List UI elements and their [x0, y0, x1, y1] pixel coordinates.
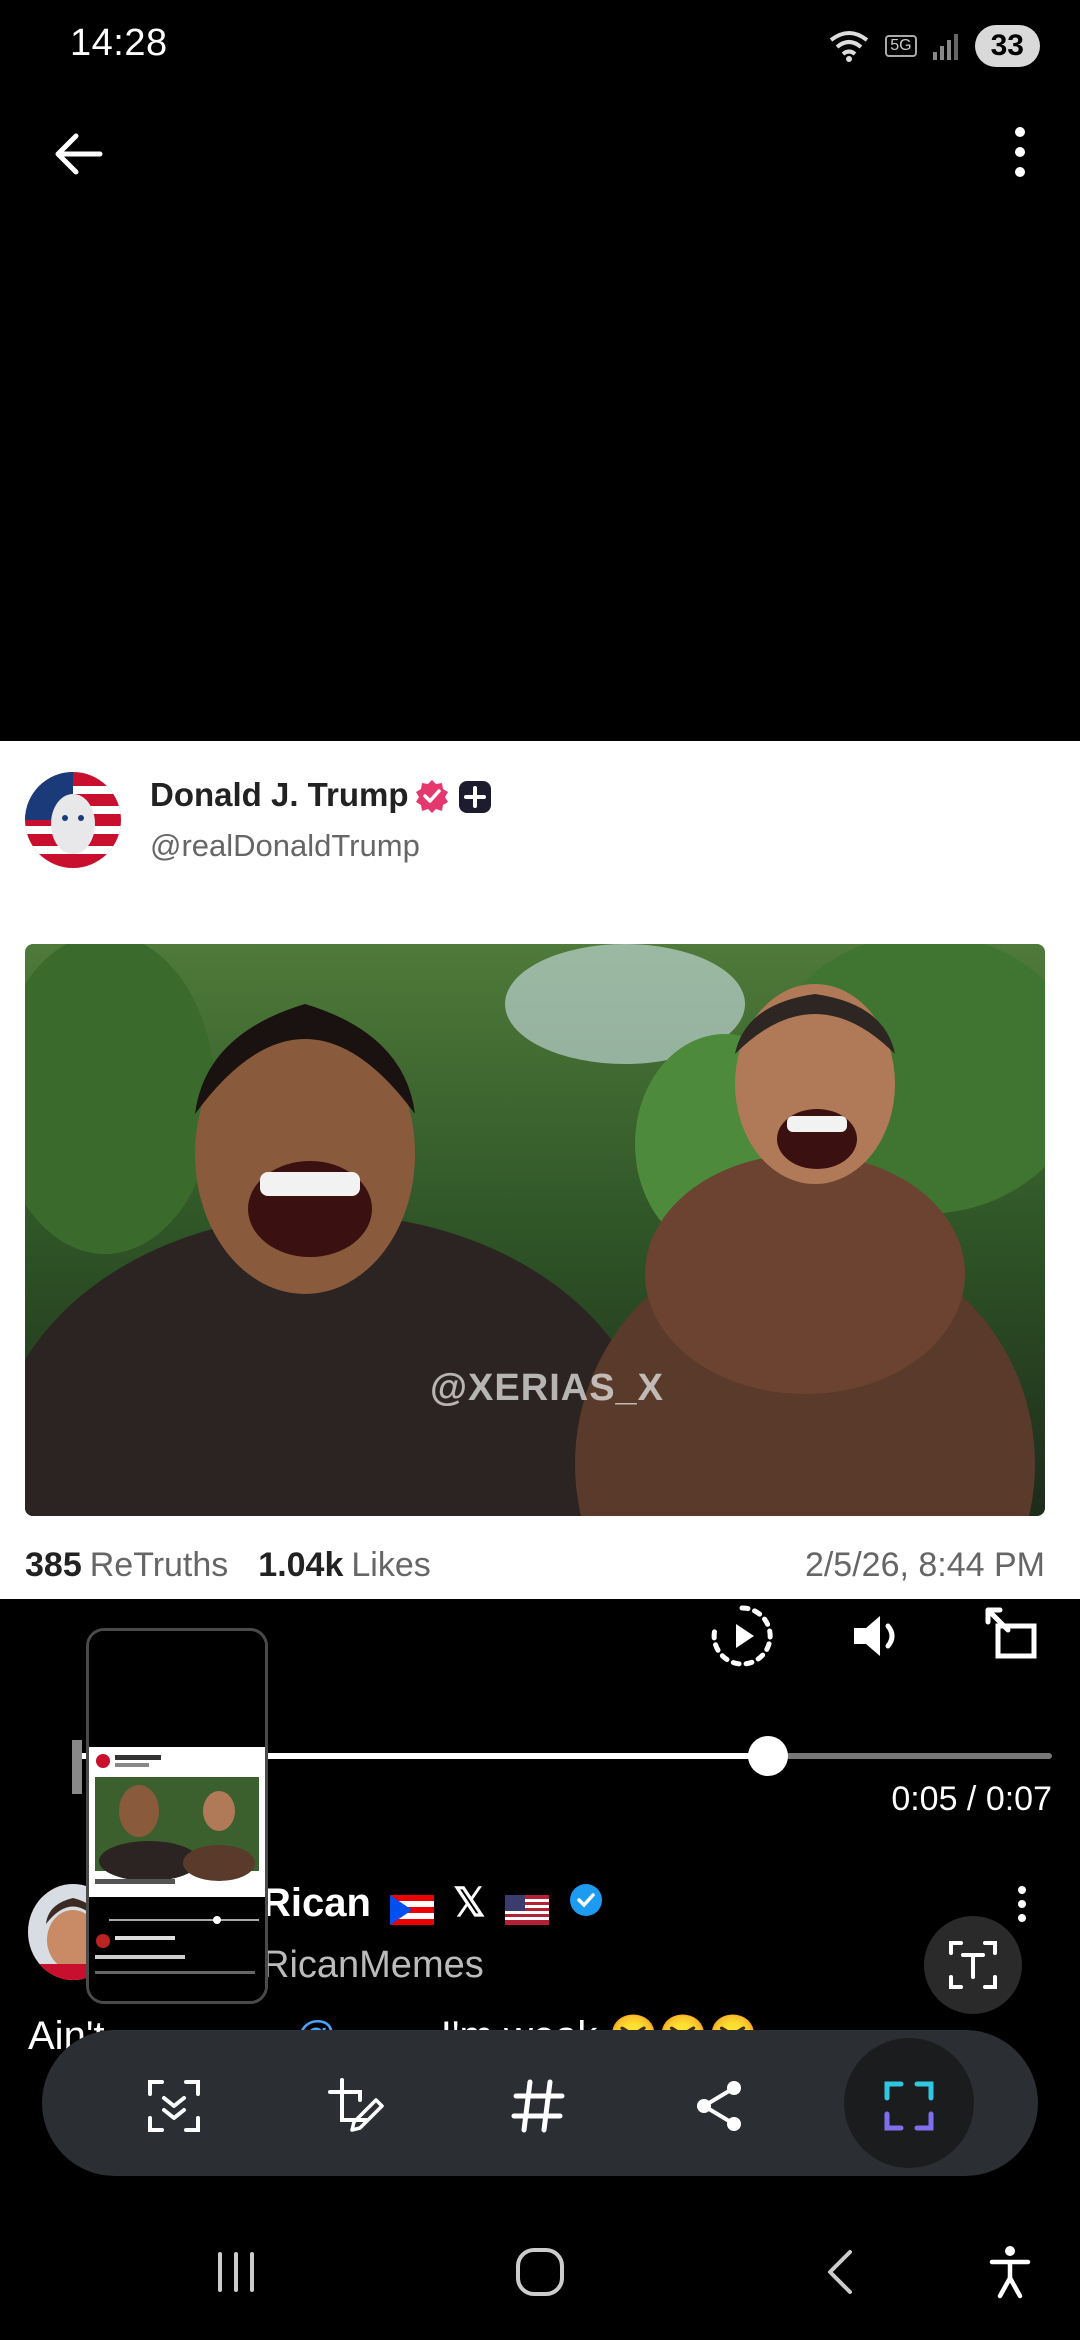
capture-icon	[884, 2081, 934, 2131]
post-date: 2/5/26, 8:44 PM	[804, 1545, 1045, 1584]
battery-indicator: 33	[974, 25, 1040, 67]
hashtag-button[interactable]	[498, 2066, 578, 2146]
scroll-capture-icon	[148, 2080, 200, 2132]
author-handle: @realDonaldTrump	[150, 828, 420, 863]
us-flag-icon	[504, 1890, 549, 1926]
retruths-label[interactable]: ReTruths	[90, 1546, 229, 1585]
volume-icon[interactable]	[842, 1600, 914, 1672]
post2-name-text: Rican	[262, 1881, 371, 1925]
post2-author-name[interactable]: Rican 𝕏	[262, 1880, 604, 1928]
x-logo-icon: 𝕏	[453, 1881, 486, 1925]
author-name[interactable]: Donald J. Trump	[150, 776, 409, 814]
status-time: 14:28	[70, 22, 168, 64]
post2-handle: RicanMemes	[262, 1944, 484, 1986]
scroll-capture-button[interactable]	[134, 2066, 214, 2146]
share-button[interactable]	[680, 2066, 760, 2146]
recent-apps-button[interactable]	[206, 2240, 266, 2304]
video-time-readout: 0:05 / 0:07	[891, 1780, 1052, 1818]
puerto-rico-flag-icon	[390, 1890, 435, 1926]
replay-play-icon[interactable]	[706, 1600, 778, 1672]
post-stats: 385 ReTruths 1.04k Likes 2/5/26, 8:44 PM	[25, 1540, 1045, 1590]
retruths-count: 385	[25, 1545, 82, 1584]
back-button[interactable]	[810, 2240, 870, 2304]
signal-icon	[932, 34, 958, 60]
text-extract-icon	[949, 1941, 997, 1989]
accessibility-icon	[989, 2246, 1031, 2299]
wifi-icon	[830, 31, 869, 62]
post2-more-icon[interactable]	[1012, 1884, 1032, 1924]
seek-bar-start-marker	[72, 1740, 82, 1794]
home-icon	[516, 2248, 564, 2296]
home-button[interactable]	[508, 2240, 572, 2304]
draw-crop-button[interactable]	[316, 2066, 396, 2146]
post2-verified-icon	[568, 1882, 604, 1928]
screenshot-thumbnail[interactable]	[86, 1628, 268, 2004]
seek-bar-thumb[interactable]	[748, 1736, 788, 1776]
network-5g-badge: 5G	[885, 35, 917, 57]
rotate-screen-icon[interactable]	[978, 1600, 1050, 1672]
share-icon	[697, 2081, 741, 2131]
hashtag-icon	[511, 2079, 565, 2133]
verified-badge-icon	[416, 780, 448, 813]
more-options-icon[interactable]	[990, 120, 1050, 184]
video-watermark: @XERIAS_X	[430, 1367, 665, 1409]
status-icons: 5G 33	[827, 22, 1040, 70]
video-player[interactable]	[25, 944, 1045, 1516]
back-arrow-icon[interactable]	[48, 122, 112, 186]
text-extract-button[interactable]	[924, 1916, 1022, 2014]
capture-button[interactable]	[869, 2066, 949, 2146]
author-avatar[interactable]	[25, 772, 121, 868]
likes-label[interactable]: Likes	[351, 1546, 430, 1585]
crop-edit-icon	[328, 2078, 384, 2132]
truth-plus-icon	[459, 781, 491, 813]
accessibility-button[interactable]	[984, 2240, 1036, 2304]
recent-apps-icon	[218, 2252, 254, 2292]
likes-count: 1.04k	[258, 1545, 344, 1584]
back-chevron-icon	[828, 2250, 852, 2294]
